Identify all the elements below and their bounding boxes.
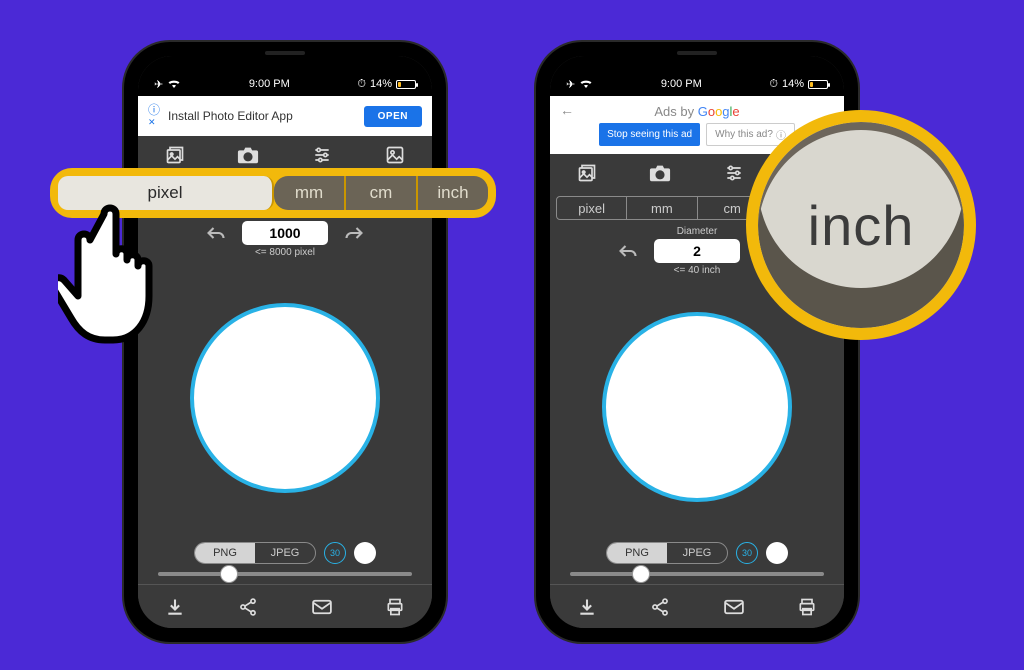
print-button[interactable] (359, 585, 433, 628)
share-button[interactable] (212, 585, 286, 628)
slider-thumb[interactable] (632, 565, 650, 583)
undo-button[interactable] (618, 243, 638, 259)
unit-pixel[interactable]: pixel (557, 197, 627, 219)
bottom-bar (550, 584, 844, 628)
bottom-bar (138, 584, 432, 628)
ads-back-button[interactable]: ← (560, 102, 574, 118)
share-button[interactable] (624, 585, 698, 628)
status-time: 9:00 PM (661, 78, 702, 90)
ad-open-button[interactable]: OPEN (364, 106, 422, 127)
battery-pct: 14% (370, 78, 392, 90)
download-button[interactable] (550, 585, 624, 628)
airplane-icon: ✈ (154, 78, 163, 91)
format-row: PNG JPEG 30 (550, 534, 844, 572)
alarm-icon: ⏱ (769, 78, 778, 91)
size-slider-row (138, 572, 432, 584)
email-button[interactable] (697, 585, 771, 628)
redo-button[interactable] (344, 225, 364, 241)
airplane-icon: ✈ (566, 78, 575, 91)
format-png[interactable]: PNG (607, 543, 667, 563)
format-jpeg[interactable]: JPEG (667, 543, 727, 563)
quality-badge[interactable]: 30 (324, 542, 346, 564)
overlay-unit-inch[interactable]: inch (418, 176, 488, 210)
format-png[interactable]: PNG (195, 543, 255, 563)
phone-notch (210, 42, 360, 64)
status-time: 9:00 PM (249, 78, 290, 90)
diameter-input[interactable]: 1000 (242, 221, 328, 245)
alarm-icon: ⏱ (357, 78, 366, 91)
color-swatch[interactable] (354, 542, 376, 564)
magnifier-overlay: inch (746, 110, 976, 340)
print-button[interactable] (771, 585, 845, 628)
ad-info-icon[interactable]: ⓘ✕ (148, 105, 160, 127)
wifi-icon (579, 79, 593, 89)
battery-icon (396, 80, 416, 89)
email-button[interactable] (285, 585, 359, 628)
gallery-button[interactable] (550, 154, 624, 192)
camera-button[interactable] (624, 154, 698, 192)
format-segmented-control[interactable]: PNG JPEG (606, 542, 728, 564)
unit-mm[interactable]: mm (627, 197, 697, 219)
size-slider[interactable] (158, 572, 412, 576)
undo-button[interactable] (206, 225, 226, 241)
circle-preview (602, 312, 792, 502)
download-button[interactable] (138, 585, 212, 628)
slider-thumb[interactable] (220, 565, 238, 583)
format-segmented-control[interactable]: PNG JPEG (194, 542, 316, 564)
quality-badge[interactable]: 30 (736, 542, 758, 564)
hand-cursor-icon (58, 200, 188, 370)
ad-banner[interactable]: ⓘ✕ Install Photo Editor App OPEN (138, 96, 432, 136)
magnifier-text: inch (808, 193, 915, 258)
diameter-input[interactable]: 2 (654, 239, 740, 263)
color-swatch[interactable] (766, 542, 788, 564)
overlay-unit-cm[interactable]: cm (346, 176, 418, 210)
size-slider-row (550, 572, 844, 584)
size-slider[interactable] (570, 572, 824, 576)
battery-icon (808, 80, 828, 89)
overlay-unit-mm[interactable]: mm (274, 176, 346, 210)
format-jpeg[interactable]: JPEG (255, 543, 315, 563)
wifi-icon (167, 79, 181, 89)
format-row: PNG JPEG 30 (138, 534, 432, 572)
battery-pct: 14% (782, 78, 804, 90)
phone-notch (622, 42, 772, 64)
ad-title: Install Photo Editor App (168, 109, 356, 123)
stop-ad-button[interactable]: Stop seeing this ad (599, 123, 700, 146)
circle-preview (190, 303, 380, 493)
ads-title: Ads by Google (654, 104, 739, 119)
